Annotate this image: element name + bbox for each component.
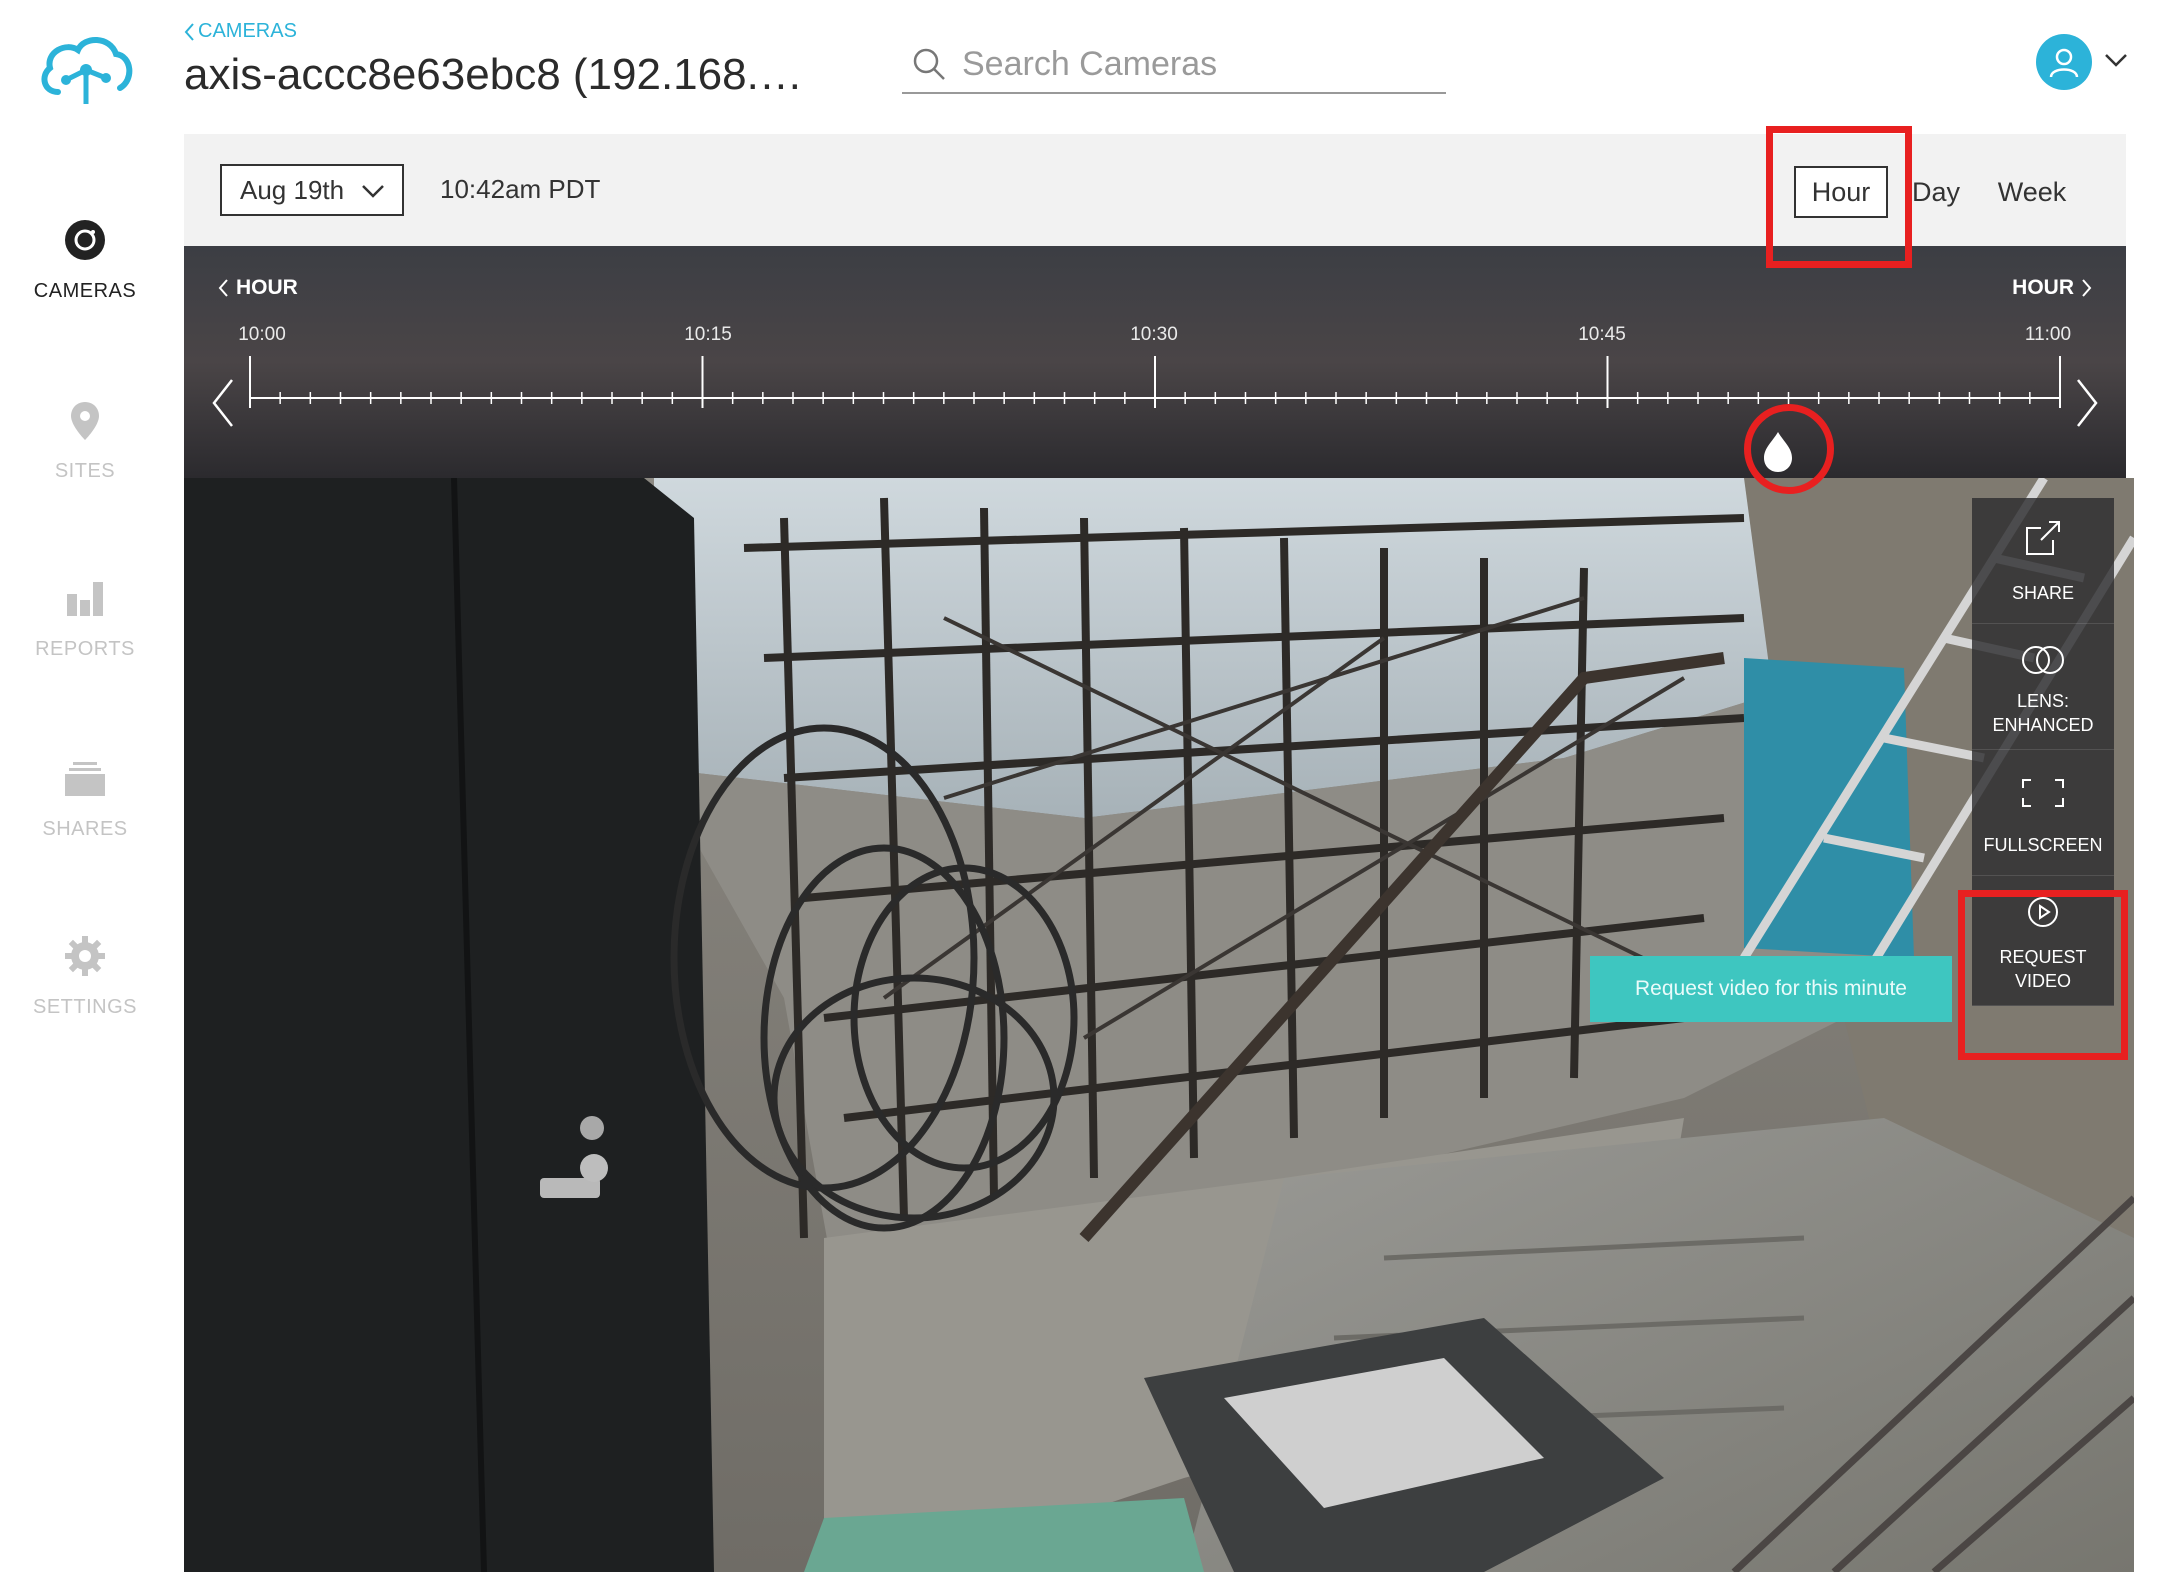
share-label: SHARE (2011, 583, 2074, 603)
share-icon (2026, 521, 2060, 555)
range-day-button[interactable]: Day (1906, 166, 1966, 218)
fullscreen-button[interactable]: FULLSCREEN (1972, 750, 2114, 876)
tick-label: 10:30 (1130, 324, 1178, 345)
lens-icon (2022, 646, 2064, 674)
sidebar: CAMERAS SITES REPORTS SHARES SETTINGS (0, 0, 170, 1594)
request-video-tooltip: Request video for this minute (1590, 956, 1952, 1022)
previous-hour-button[interactable]: HOUR (218, 276, 298, 300)
sidebar-item-label: SHARES (42, 818, 128, 840)
next-hour-button[interactable]: HOUR (2012, 276, 2092, 300)
user-icon (2049, 48, 2079, 78)
cloud-logo-icon[interactable] (36, 30, 136, 110)
stack-icon (65, 762, 105, 796)
sidebar-item-label: REPORTS (35, 638, 135, 660)
sidebar-item-label: SETTINGS (32, 996, 137, 1018)
date-select[interactable]: Aug 19th (220, 164, 404, 216)
chevron-down-icon (362, 185, 384, 198)
sidebar-item-reports[interactable]: REPORTS (0, 576, 170, 661)
previous-hour-label: HOUR (236, 276, 298, 299)
play-circle-icon (2028, 897, 2058, 927)
camera-feed[interactable]: Request video for this minute (184, 478, 2134, 1572)
lens-label: LENS: (2016, 691, 2070, 711)
camera-icon (65, 220, 105, 260)
timeline-scrubber-handle[interactable] (1760, 430, 1796, 474)
page-title: axis-accc8e63ebc8 (192.168.… (184, 50, 803, 99)
sidebar-item-shares[interactable]: SHARES (0, 756, 170, 841)
location-pin-icon (71, 402, 99, 440)
sidebar-item-sites[interactable]: SITES (0, 398, 170, 483)
sidebar-item-settings[interactable]: SETTINGS (0, 934, 170, 1019)
date-value: Aug 19th (240, 174, 345, 205)
lens-mode-label: ENHANCED (1992, 715, 2094, 735)
timeline: HOUR HOUR 10:00 10:15 10:30 10:45 11:00 (184, 246, 2126, 478)
tick-label: 11:00 (2024, 324, 2072, 345)
avatar[interactable] (2036, 34, 2092, 90)
range-hour-button[interactable]: Hour (1794, 166, 1888, 218)
sidebar-item-cameras[interactable]: CAMERAS (0, 218, 170, 303)
tick-label: 10:00 (238, 324, 286, 345)
search-icon (913, 48, 945, 80)
tick-label: 10:15 (684, 324, 732, 345)
request-video-button[interactable]: REQUEST VIDEO (1972, 876, 2114, 1006)
timeline-ruler[interactable] (184, 356, 2126, 416)
fullscreen-icon (2022, 779, 2064, 807)
next-hour-label: HOUR (2012, 276, 2074, 299)
camera-image (184, 478, 2134, 1572)
sidebar-item-label: SITES (54, 460, 116, 482)
gear-icon (65, 936, 105, 976)
current-time: 10:42am PDT (440, 174, 601, 204)
fullscreen-label: FULLSCREEN (1983, 835, 2103, 855)
share-button[interactable]: SHARE (1972, 498, 2114, 624)
chevron-left-icon (184, 22, 194, 41)
sidebar-item-label: CAMERAS (33, 280, 137, 302)
chevron-down-icon[interactable] (2104, 52, 2128, 68)
search-bar[interactable] (902, 36, 1446, 94)
search-input[interactable] (962, 44, 1422, 84)
breadcrumb-back-link[interactable]: CAMERAS (184, 20, 297, 43)
time-toolbar: Aug 19th 10:42am PDT Hour Day Week (184, 134, 2126, 246)
video-controls: SHARE LENS: ENHANCED FULLSCREEN REQUEST … (1972, 498, 2114, 1006)
request-video-label-line2: VIDEO (2014, 971, 2071, 991)
request-video-label: REQUEST (1999, 947, 2087, 967)
chevron-left-icon (218, 279, 228, 297)
lens-button[interactable]: LENS: ENHANCED (1972, 624, 2114, 750)
breadcrumb-label: CAMERAS (198, 20, 297, 42)
bar-chart-icon (67, 582, 103, 616)
tick-label: 10:45 (1578, 324, 1626, 345)
chevron-right-icon (2082, 279, 2092, 297)
range-week-button[interactable]: Week (1992, 166, 2072, 218)
